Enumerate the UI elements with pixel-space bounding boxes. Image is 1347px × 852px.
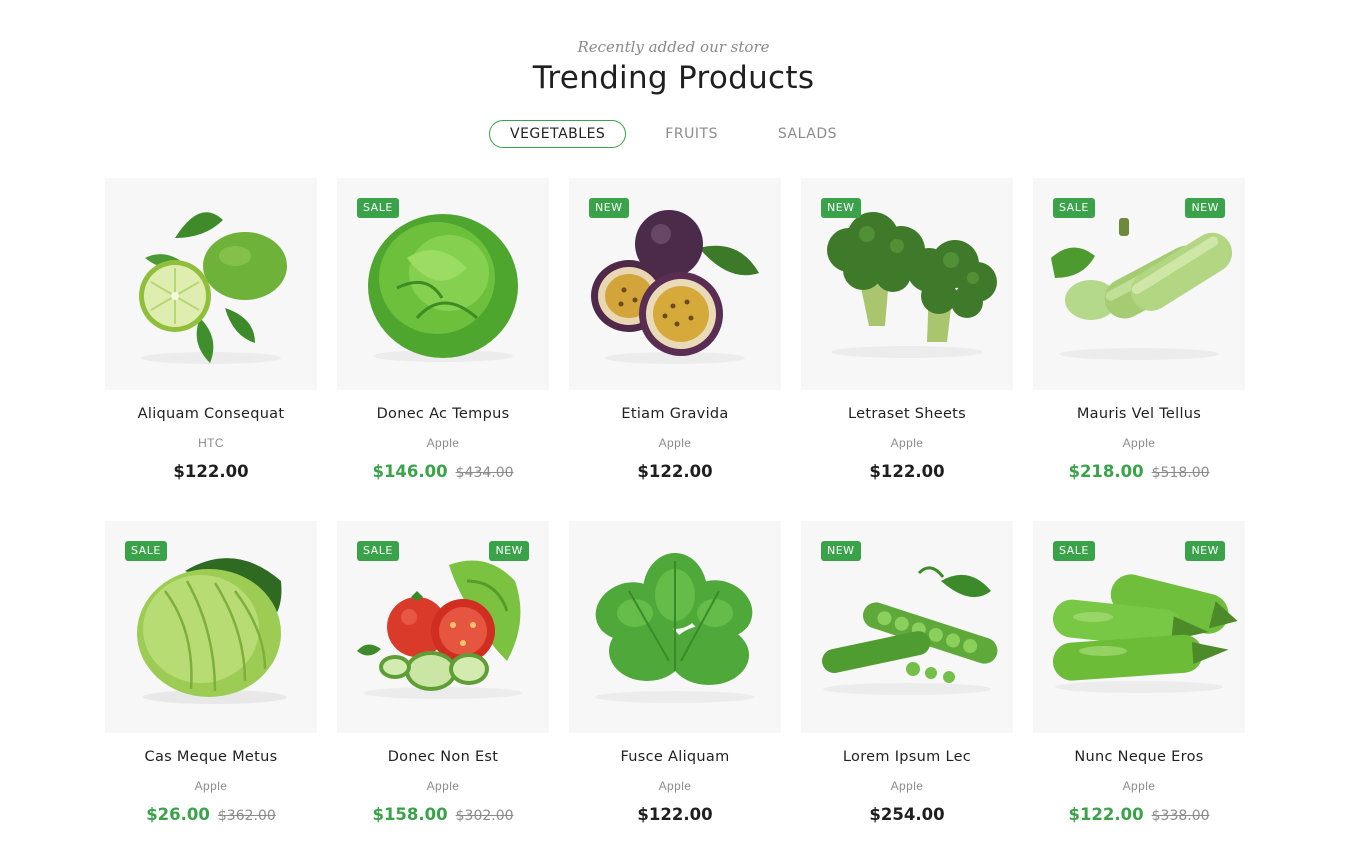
sale-badge: SALE [357,198,399,218]
product-card[interactable]: NEW Letraset Sheets Apple $122.00 [801,178,1013,481]
product-image[interactable] [569,521,781,733]
product-card[interactable]: SALE Donec Ac Tempus Apple $146.00 $434.0… [337,178,549,481]
product-brand: Apple [890,779,924,793]
sale-badge: SALE [125,541,167,561]
section-subtitle: Recently added our store [577,38,770,56]
product-name[interactable]: Nunc Neque Eros [1033,749,1245,765]
product-card[interactable]: Aliquam Consequat HTC $122.00 [105,178,317,481]
new-badge: NEW [489,541,529,561]
product-price: $122.00 [637,462,713,481]
product-old-price: $302.00 [455,808,514,824]
product-grid: Aliquam Consequat HTC $122.00 SALE Donec… [105,178,1245,824]
new-badge: NEW [821,198,861,218]
category-tabs: VEGETABLES FRUITS SALADS [0,120,1347,148]
product-price-row: $218.00 $518.00 [1033,462,1245,481]
spinach-icon [595,553,755,703]
product-old-price: $338.00 [1151,808,1210,824]
product-price: $158.00 [372,805,448,824]
product-image[interactable]: NEW [801,521,1013,733]
product-name[interactable]: Donec Ac Tempus [337,406,549,422]
new-badge: NEW [1185,198,1225,218]
product-price-row: $122.00 $338.00 [1033,805,1245,824]
product-brand: Apple [658,436,692,450]
trending-products-section: Recently added our store Trending Produc… [0,0,1347,852]
product-card[interactable]: SALE NEW Nunc Neque Eros Apple $122.00 $3… [1033,521,1245,824]
product-price-row: $146.00 $434.00 [337,462,549,481]
product-card[interactable]: Fusce Aliquam Apple $122.00 [569,521,781,824]
product-price: $122.00 [869,462,945,481]
product-price-row: $122.00 [105,462,317,481]
new-badge: NEW [1185,541,1225,561]
product-card[interactable]: NEW Lorem Ipsum Lec Apple $254.00 [801,521,1013,824]
product-name[interactable]: Fusce Aliquam [569,749,781,765]
product-name[interactable]: Letraset Sheets [801,406,1013,422]
product-old-price: $518.00 [1151,465,1210,481]
product-brand: Apple [194,779,228,793]
tab-fruits[interactable]: FRUITS [644,120,739,148]
product-card[interactable]: SALE Cas Meque Metus Apple $26.00 $362.00 [105,521,317,824]
product-image[interactable]: SALE NEW [1033,521,1245,733]
sale-badge: SALE [1053,541,1095,561]
product-name[interactable]: Lorem Ipsum Lec [801,749,1013,765]
product-old-price: $434.00 [455,465,514,481]
product-card[interactable]: SALE NEW Donec Non Est Apple $158.00 $302… [337,521,549,824]
product-name[interactable]: Aliquam Consequat [105,406,317,422]
new-badge: NEW [821,541,861,561]
tab-salads[interactable]: SALADS [757,120,858,148]
product-brand: Apple [658,779,692,793]
product-image[interactable]: SALE NEW [337,521,549,733]
product-price-row: $122.00 [569,462,781,481]
product-price-row: $122.00 [569,805,781,824]
product-brand: Apple [890,436,924,450]
product-image[interactable] [105,178,317,390]
product-brand: Apple [426,436,460,450]
product-brand: HTC [198,436,224,450]
product-price: $122.00 [173,462,249,481]
product-brand: Apple [1122,779,1156,793]
sale-badge: SALE [1053,198,1095,218]
product-card[interactable]: NEW Etiam Gravida Apple $122.00 [569,178,781,481]
product-card[interactable]: SALE NEW Mauris Vel Tellus Apple $218.00… [1033,178,1245,481]
product-price: $218.00 [1068,462,1144,481]
product-price: $26.00 [146,805,210,824]
product-name[interactable]: Cas Meque Metus [105,749,317,765]
product-image[interactable]: SALE [105,521,317,733]
sale-badge: SALE [357,541,399,561]
product-name[interactable]: Donec Non Est [337,749,549,765]
product-name[interactable]: Etiam Gravida [569,406,781,422]
product-price-row: $158.00 $302.00 [337,805,549,824]
new-badge: NEW [589,198,629,218]
product-old-price: $362.00 [217,808,276,824]
product-brand: Apple [426,779,460,793]
product-price: $122.00 [1068,805,1144,824]
product-name[interactable]: Mauris Vel Tellus [1033,406,1245,422]
lime-icon [139,212,287,364]
product-image[interactable]: NEW [569,178,781,390]
product-price-row: $26.00 $362.00 [105,805,317,824]
section-title: Trending Products [532,60,815,96]
tab-vegetables[interactable]: VEGETABLES [489,120,627,148]
product-image[interactable]: SALE [337,178,549,390]
product-brand: Apple [1122,436,1156,450]
product-image[interactable]: SALE NEW [1033,178,1245,390]
product-price: $254.00 [869,805,945,824]
product-image[interactable]: NEW [801,178,1013,390]
product-price-row: $254.00 [801,805,1013,824]
product-price-row: $122.00 [801,462,1013,481]
product-price: $122.00 [637,805,713,824]
product-price: $146.00 [372,462,448,481]
